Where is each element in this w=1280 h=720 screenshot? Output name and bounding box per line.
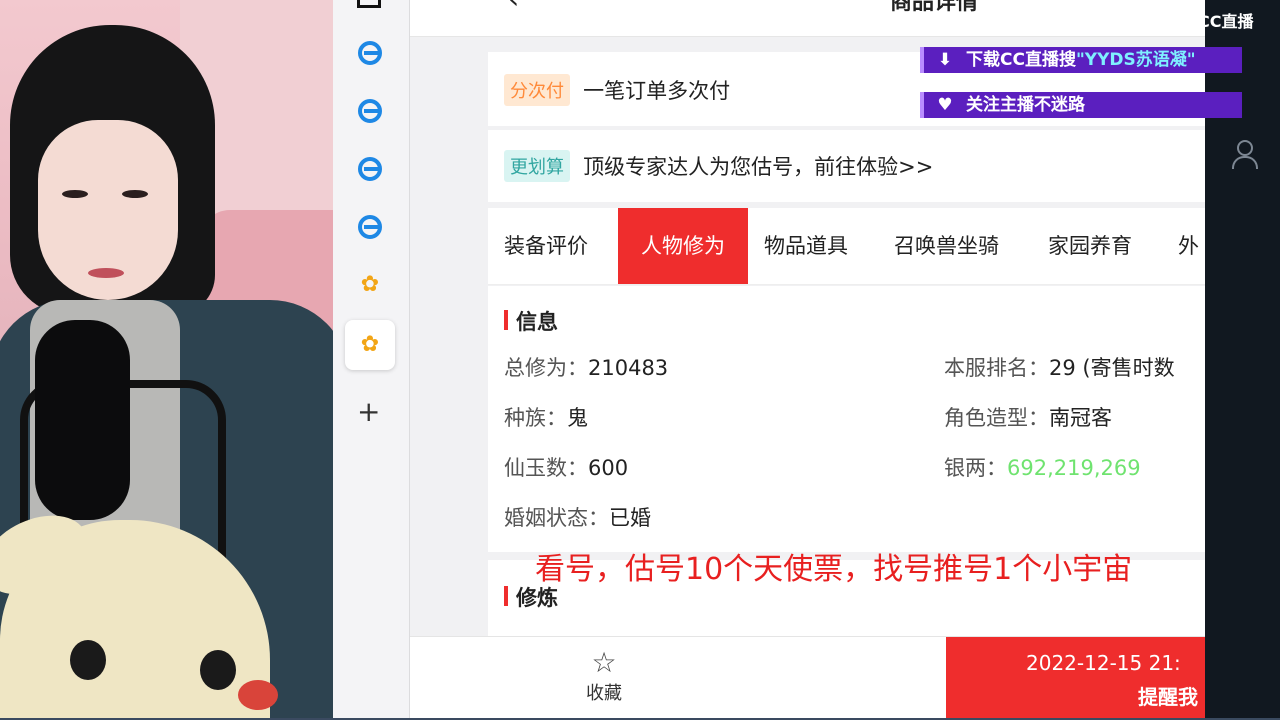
game-tab-icon: ✿ <box>360 332 380 357</box>
browser-tab-icon <box>358 99 382 123</box>
streamer-eye <box>62 190 88 198</box>
page-header: ‹ 商品详情 <box>410 0 1205 37</box>
chevron-left-icon[interactable]: ‹ <box>508 0 519 15</box>
tab-items[interactable]: 物品道具 <box>764 208 848 284</box>
sidebar-tab-2[interactable] <box>345 86 395 136</box>
follow-banner: ♥ 关注主播不迷路 <box>920 92 1242 118</box>
sidebar-tab-5[interactable]: ✿ <box>345 260 395 310</box>
cc-logo: CC直播 <box>1198 12 1254 31</box>
tab-home[interactable]: 家园养育 <box>1048 208 1132 284</box>
add-tab-icon[interactable]: + <box>357 398 380 426</box>
page-title: 商品详情 <box>890 0 979 15</box>
stream-caption: 看号，估号10个天使票，找号推号1个小宇宙 <box>535 552 1133 587</box>
browser-sidebar: ✿ ✿ + <box>333 0 410 718</box>
favorite-button[interactable]: ☆ 收藏 <box>582 647 626 705</box>
microphone <box>35 320 130 520</box>
game-tab-icon: ✿ <box>360 272 380 297</box>
tab-character[interactable]: 人物修为 <box>618 208 748 284</box>
tab-pets[interactable]: 召唤兽坐骑 <box>894 208 999 284</box>
total-cultivation-field: 总修为：210483 <box>504 356 669 380</box>
browser-tab-icon <box>358 215 382 239</box>
download-banner: ⬇ 下载CC直播搜"YYDS苏语凝" <box>920 47 1242 73</box>
sidebar-tab-4[interactable] <box>345 202 395 252</box>
plush-eye <box>200 650 236 690</box>
promo-appraisal[interactable]: 更划算 顶级专家达人为您估号，前往体验>> <box>488 130 1205 202</box>
plush-cheek <box>238 680 278 710</box>
streamer-eye <box>122 190 148 198</box>
streamer-mouth <box>88 268 124 278</box>
installment-text: 一笔订单多次付 <box>583 79 731 103</box>
webcam-video <box>0 0 333 720</box>
plush-eye <box>70 640 106 680</box>
remind-me-button[interactable]: 2022-12-15 21: 提醒我 <box>946 637 1205 718</box>
sale-date: 2022-12-15 21: <box>1026 651 1181 675</box>
browser-tab-icon <box>358 157 382 181</box>
tab-equipment[interactable]: 装备评价 <box>504 208 588 284</box>
browser-tab-icon <box>358 41 382 65</box>
sidebar-tab-1[interactable] <box>345 28 395 78</box>
installment-tag: 分次付 <box>504 74 570 106</box>
appraisal-text: 顶级专家达人为您估号，前往体验>> <box>583 155 934 179</box>
sidebar-tab-3[interactable] <box>345 144 395 194</box>
tab-more[interactable]: 外 <box>1178 208 1199 284</box>
remind-label: 提醒我 <box>1138 685 1198 709</box>
role-model-field: 角色造型：南冠客 <box>944 406 1112 430</box>
marriage-field: 婚姻状态：已婚 <box>504 506 651 530</box>
star-icon: ☆ <box>591 646 617 679</box>
heart-icon: ♥ <box>937 95 953 115</box>
favorite-label: 收藏 <box>586 683 622 704</box>
sidebar-tab-6-active[interactable]: ✿ <box>345 320 395 370</box>
appraisal-tag: 更划算 <box>504 150 570 182</box>
server-rank-field: 本服排名：29 (寄售时数 <box>944 356 1175 380</box>
download-icon: ⬇ <box>937 50 953 70</box>
category-tabs: 装备评价 人物修为 物品道具 召唤兽坐骑 家园养育 外 <box>488 208 1205 285</box>
bottom-action-bar: ☆ 收藏 2022-12-15 21: 提醒我 <box>410 636 1205 718</box>
info-section: 信息 总修为：210483 本服排名：29 (寄售时数 种族：鬼 角色造型：南冠… <box>488 286 1205 552</box>
race-field: 种族：鬼 <box>504 406 588 430</box>
section-title: 信息 <box>504 306 558 336</box>
window-icon[interactable] <box>357 0 381 8</box>
user-icon[interactable] <box>1231 140 1258 169</box>
silver-field: 银两：692,219,269 <box>944 456 1141 480</box>
jade-field: 仙玉数：600 <box>504 456 629 480</box>
